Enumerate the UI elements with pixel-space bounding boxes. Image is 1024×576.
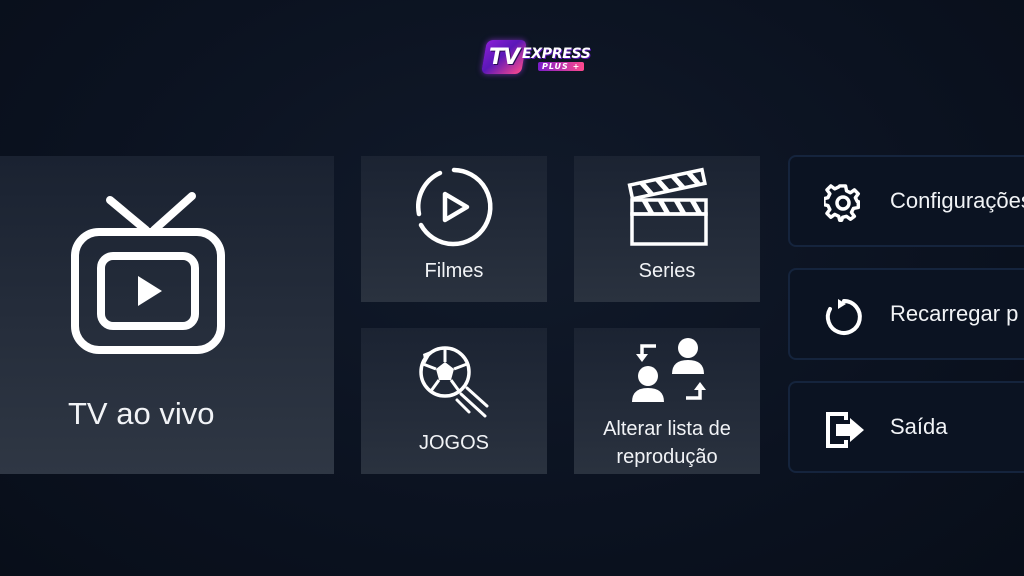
exit-icon — [826, 412, 864, 448]
settings-button-label: Configurações — [890, 188, 1024, 213]
gear-icon — [824, 184, 861, 222]
logo-badge-text: TV — [488, 44, 520, 70]
tile-change-playlist-label-line2: reprodução — [616, 446, 718, 468]
app-logo: TV EXPRESS PLUS + — [481, 38, 591, 78]
clapperboard-icon — [627, 167, 708, 246]
soccer-ball-icon — [419, 346, 489, 418]
exit-button[interactable]: Saída — [788, 381, 1024, 473]
tile-series-label: Series — [638, 260, 696, 282]
reload-button-label: Recarregar p — [890, 301, 1019, 326]
tile-change-playlist[interactable]: Alterar lista de reprodução — [574, 328, 760, 474]
tile-live-tv-label: TV ao vivo — [68, 396, 215, 431]
tile-movies[interactable]: Filmes — [361, 156, 547, 302]
exit-button-label: Saída — [890, 414, 948, 439]
tile-sports-label: JOGOS — [418, 432, 489, 454]
tile-movies-label: Filmes — [424, 260, 484, 282]
tile-live-tv[interactable]: TV ao vivo — [0, 156, 334, 474]
settings-button[interactable]: Configurações — [788, 155, 1024, 247]
tv-icon — [71, 192, 225, 354]
logo-word: EXPRESS — [522, 46, 591, 62]
home-screen: TV EXPRESS PLUS + TV ao vivo Filmes Seri… — [0, 0, 1024, 576]
play-circle-icon — [416, 167, 493, 247]
reload-icon — [825, 299, 862, 335]
tile-change-playlist-label-line1: Alterar lista de — [603, 418, 731, 440]
switch-users-icon — [632, 338, 706, 402]
tile-sports[interactable]: JOGOS — [361, 328, 547, 474]
tile-series[interactable]: Series — [574, 156, 760, 302]
reload-button[interactable]: Recarregar p — [788, 268, 1024, 360]
logo-sub: PLUS + — [538, 62, 585, 71]
